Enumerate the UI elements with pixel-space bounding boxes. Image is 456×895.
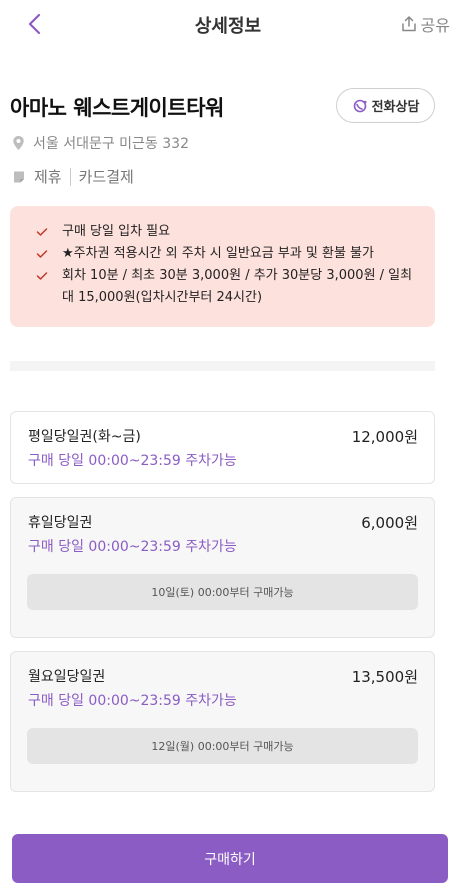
page-title: 상세정보	[194, 16, 262, 37]
note-icon	[14, 171, 24, 182]
call-consult-button[interactable]: 전화상담	[336, 88, 435, 123]
notice-text: 회차 10분 / 최초 30분 3,000원 / 추가 30분당 3,000원 …	[62, 268, 413, 305]
top-bar: 상세정보 공유	[0, 0, 456, 50]
notice-text: ★주차권 적용시간 외 주차 시 일반요금 부과 및 환불 불가	[62, 246, 374, 261]
tag-partner: 제휴	[34, 168, 62, 186]
phone-headset-icon	[353, 99, 367, 112]
check-icon	[36, 221, 50, 243]
address-text: 서울 서대문구 미근동 332	[33, 136, 189, 152]
notice-text: 구매 당일 입차 필요	[62, 224, 171, 239]
section-divider	[10, 361, 435, 371]
ticket-price: 6,000원	[361, 514, 418, 532]
notice-item: 회차 10분 / 최초 30분 3,000원 / 추가 30분당 3,000원 …	[36, 265, 419, 309]
tag-card-payment: 카드결제	[78, 168, 134, 186]
share-button[interactable]: 공유	[400, 12, 450, 36]
ticket-price: 13,500원	[351, 668, 418, 686]
call-consult-label: 전화상담	[371, 100, 420, 115]
location-pin-icon	[13, 136, 24, 150]
tag-divider	[69, 167, 71, 186]
check-icon	[36, 243, 50, 265]
ticket-card-weekday[interactable]: 평일당일권(화~금) 12,000원 구매 당일 00:00~23:59 주차가…	[10, 411, 435, 484]
ticket-time: 구매 당일 00:00~23:59 주차가능	[28, 539, 237, 555]
share-label: 공유	[420, 16, 450, 35]
notice-item: ★주차권 적용시간 외 주차 시 일반요금 부과 및 환불 불가	[36, 243, 419, 265]
share-icon	[401, 16, 416, 32]
address-row: 서울 서대문구 미근동 332	[12, 133, 189, 153]
ticket-card-holiday[interactable]: 휴일당일권 6,000원 구매 당일 00:00~23:59 주차가능 10일(…	[10, 497, 435, 638]
ticket-price: 12,000원	[351, 428, 418, 446]
notice-item: 구매 당일 입차 필요	[36, 221, 419, 243]
ticket-name: 평일당일권(화~금)	[28, 429, 141, 445]
ticket-name: 월요일당일권	[28, 669, 106, 685]
availability-button[interactable]: 10일(토) 00:00부터 구매가능	[27, 574, 418, 610]
ticket-time: 구매 당일 00:00~23:59 주차가능	[28, 693, 237, 709]
tags-row: 제휴 카드결제	[12, 166, 134, 187]
ticket-time: 구매 당일 00:00~23:59 주차가능	[28, 453, 237, 469]
purchase-button[interactable]: 구매하기	[12, 834, 448, 883]
ticket-name: 휴일당일권	[28, 515, 93, 531]
parking-lot-name: 아마노 웨스트게이트타워	[10, 96, 224, 120]
check-icon	[36, 265, 50, 287]
availability-button[interactable]: 12일(월) 00:00부터 구매가능	[27, 728, 418, 764]
notice-box: 구매 당일 입차 필요 ★주차권 적용시간 외 주차 시 일반요금 부과 및 환…	[10, 206, 435, 327]
ticket-card-monday[interactable]: 월요일당일권 13,500원 구매 당일 00:00~23:59 주차가능 12…	[10, 651, 435, 792]
